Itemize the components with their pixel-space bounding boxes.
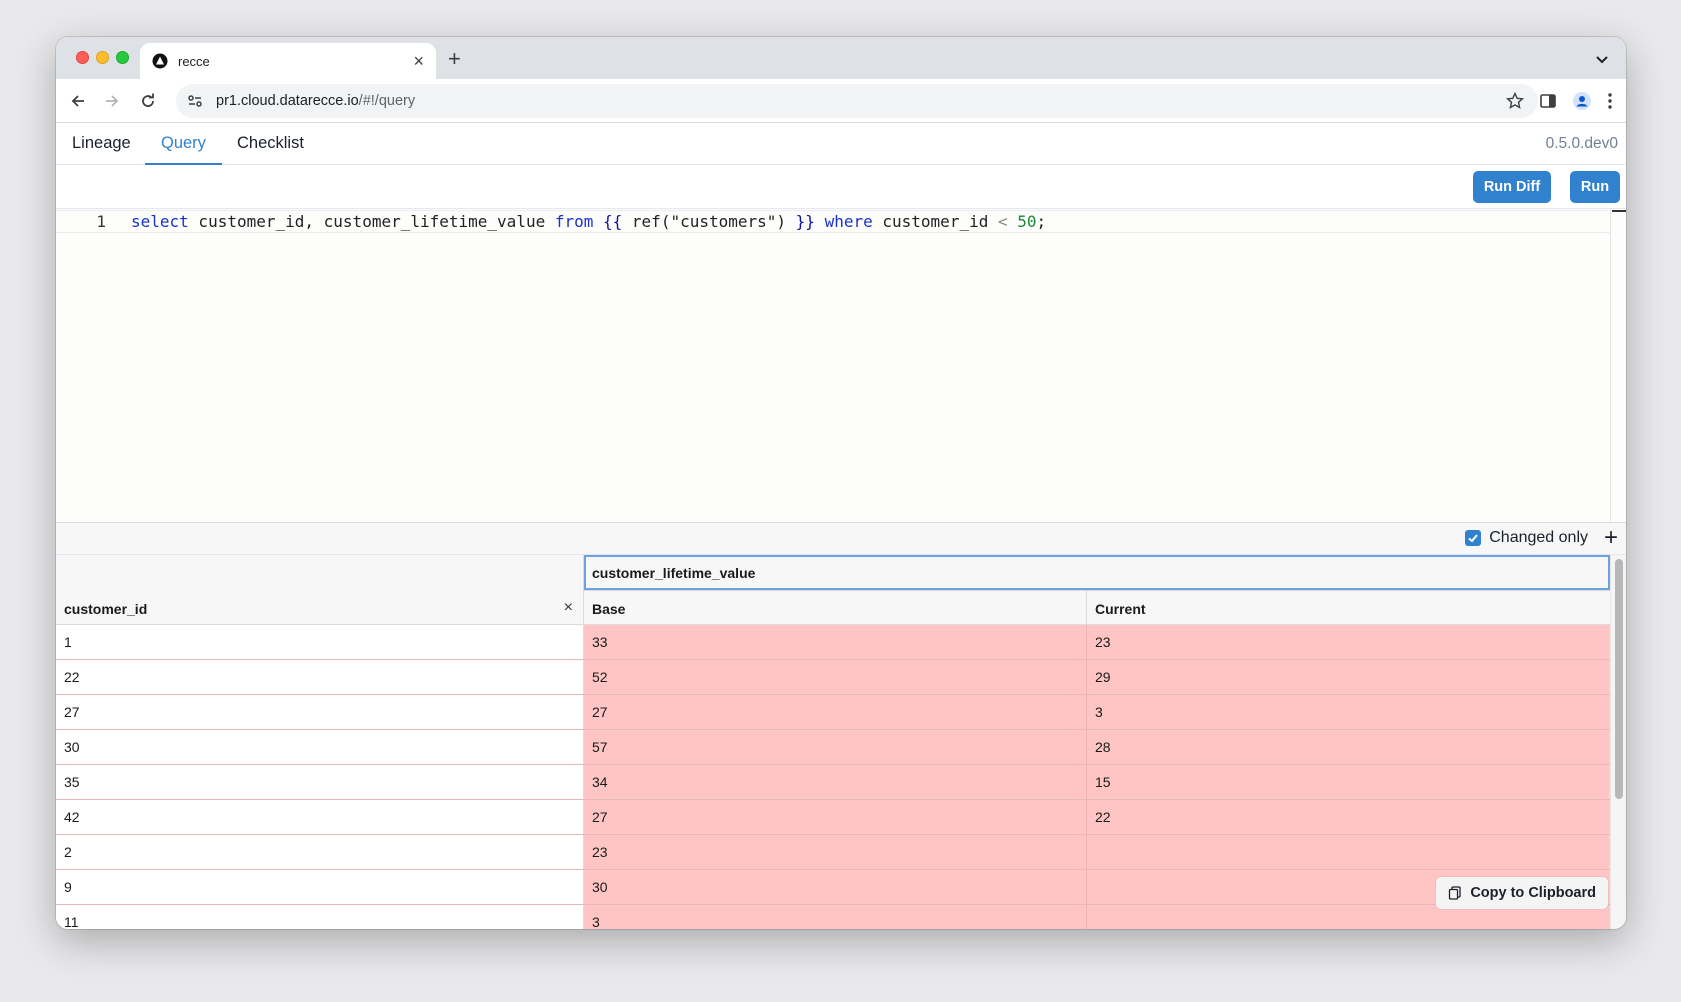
copy-label: Copy to Clipboard [1470,885,1596,901]
column-group-header[interactable]: customer_lifetime_value [584,555,1610,590]
cell-base[interactable]: 34 [584,765,1087,799]
cell-customer-id[interactable]: 9 [56,870,584,904]
tab-lineage[interactable]: Lineage [56,123,147,165]
table-row[interactable]: 22 52 29 [56,660,1610,695]
editor-scrollbar[interactable] [1610,209,1626,522]
run-button[interactable]: Run [1570,171,1620,203]
cell-base[interactable]: 27 [584,695,1087,729]
bookmark-star-icon[interactable] [1506,92,1524,110]
add-to-checklist-icon[interactable]: + [1604,526,1618,550]
app-nav: Lineage Query Checklist 0.5.0.dev0 [56,123,1626,165]
column-header-base[interactable]: Base [584,590,1087,625]
browser-window: recce × + pr1.cloud.datarecce.io/#!/quer… [56,37,1626,929]
reload-icon[interactable] [138,91,158,111]
url-path: /#!/query [358,93,416,109]
more-options-icon[interactable] [1600,91,1620,111]
table-row[interactable]: 30 57 28 [56,730,1610,765]
cell-current[interactable]: 22 [1087,800,1610,834]
cell-customer-id[interactable]: 42 [56,800,584,834]
table-row[interactable]: 2 23 [56,835,1610,870]
back-icon[interactable] [68,91,88,111]
result-grid: customer_id × customer_lifetime_value Ba… [56,555,1626,929]
column-header-label: customer_id [64,601,148,617]
tab-checklist[interactable]: Checklist [221,123,320,165]
grid-header: customer_id × customer_lifetime_value Ba… [56,555,1610,625]
table-row[interactable]: 35 34 15 [56,765,1610,800]
browser-tab[interactable]: recce × [140,43,436,79]
table-row[interactable]: 42 27 22 [56,800,1610,835]
sql-editor[interactable]: 1 select customer_id, customer_lifetime_… [56,209,1626,523]
table-row[interactable]: 9 30 [56,870,1610,905]
site-settings-icon[interactable] [186,92,204,110]
cell-current[interactable] [1087,835,1610,869]
address-bar[interactable]: pr1.cloud.datarecce.io/#!/query [176,84,1538,118]
line-number: 1 [96,212,106,231]
cell-customer-id[interactable]: 27 [56,695,584,729]
table-row[interactable]: 1 33 23 [56,625,1610,660]
remove-key-icon[interactable]: × [564,599,573,617]
app-version: 0.5.0.dev0 [1545,135,1618,152]
close-tab-icon[interactable]: × [413,52,424,70]
cell-base[interactable]: 3 [584,905,1087,929]
side-panel-icon[interactable] [1538,91,1558,111]
cell-customer-id[interactable]: 2 [56,835,584,869]
profile-avatar-icon[interactable] [1572,91,1592,111]
new-tab-icon[interactable]: + [448,46,461,72]
url-host: pr1.cloud.datarecce.io [216,93,359,109]
cell-customer-id[interactable]: 22 [56,660,584,694]
cell-current[interactable]: 23 [1087,625,1610,659]
grid-scrollbar[interactable] [1610,555,1626,929]
minimize-window-button[interactable] [96,51,109,64]
result-toolbar: Changed only + [56,523,1626,555]
checkbox-checked-icon[interactable] [1465,530,1482,546]
column-header-label: Current [1095,601,1146,617]
copy-icon [1449,886,1461,900]
cell-base[interactable]: 30 [584,870,1087,904]
table-row[interactable]: 27 27 3 [56,695,1610,730]
cell-base[interactable]: 27 [584,800,1087,834]
query-actions-bar: Run Diff Run [56,165,1626,209]
table-row[interactable]: 11 3 [56,905,1610,929]
cell-current[interactable]: 3 [1087,695,1610,729]
chevron-down-icon[interactable] [1592,49,1612,69]
changed-only-toggle[interactable]: Changed only [1465,529,1588,547]
cell-current[interactable]: 15 [1087,765,1610,799]
copy-to-clipboard-button[interactable]: Copy to Clipboard [1436,877,1608,909]
cell-customer-id[interactable]: 1 [56,625,584,659]
cell-current[interactable]: 28 [1087,730,1610,764]
tab-query[interactable]: Query [145,123,222,165]
recce-logo-icon [152,53,168,69]
cell-base[interactable]: 52 [584,660,1087,694]
cell-base[interactable]: 33 [584,625,1087,659]
cell-base[interactable]: 57 [584,730,1087,764]
tab-title: recce [178,53,210,69]
column-group-label: customer_lifetime_value [592,565,756,581]
run-diff-button[interactable]: Run Diff [1473,171,1551,203]
column-header-current[interactable]: Current [1087,590,1610,625]
browser-toolbar: pr1.cloud.datarecce.io/#!/query [56,79,1626,123]
sql-code[interactable]: select customer_id, customer_lifetime_va… [131,212,1046,231]
forward-icon[interactable] [102,91,122,111]
recce-app: Lineage Query Checklist 0.5.0.dev0 Run D… [56,123,1626,929]
cell-customer-id[interactable]: 30 [56,730,584,764]
cell-current[interactable]: 29 [1087,660,1610,694]
cell-base[interactable]: 23 [584,835,1087,869]
close-window-button[interactable] [76,51,89,64]
maximize-window-button[interactable] [116,51,129,64]
changed-only-label: Changed only [1489,529,1588,546]
tab-strip: recce × + [56,37,1626,79]
column-header-label: Base [592,601,626,617]
cell-customer-id[interactable]: 11 [56,905,584,929]
column-header-customer-id[interactable]: customer_id × [56,555,584,625]
url-text: pr1.cloud.datarecce.io/#!/query [216,93,415,109]
cell-customer-id[interactable]: 35 [56,765,584,799]
